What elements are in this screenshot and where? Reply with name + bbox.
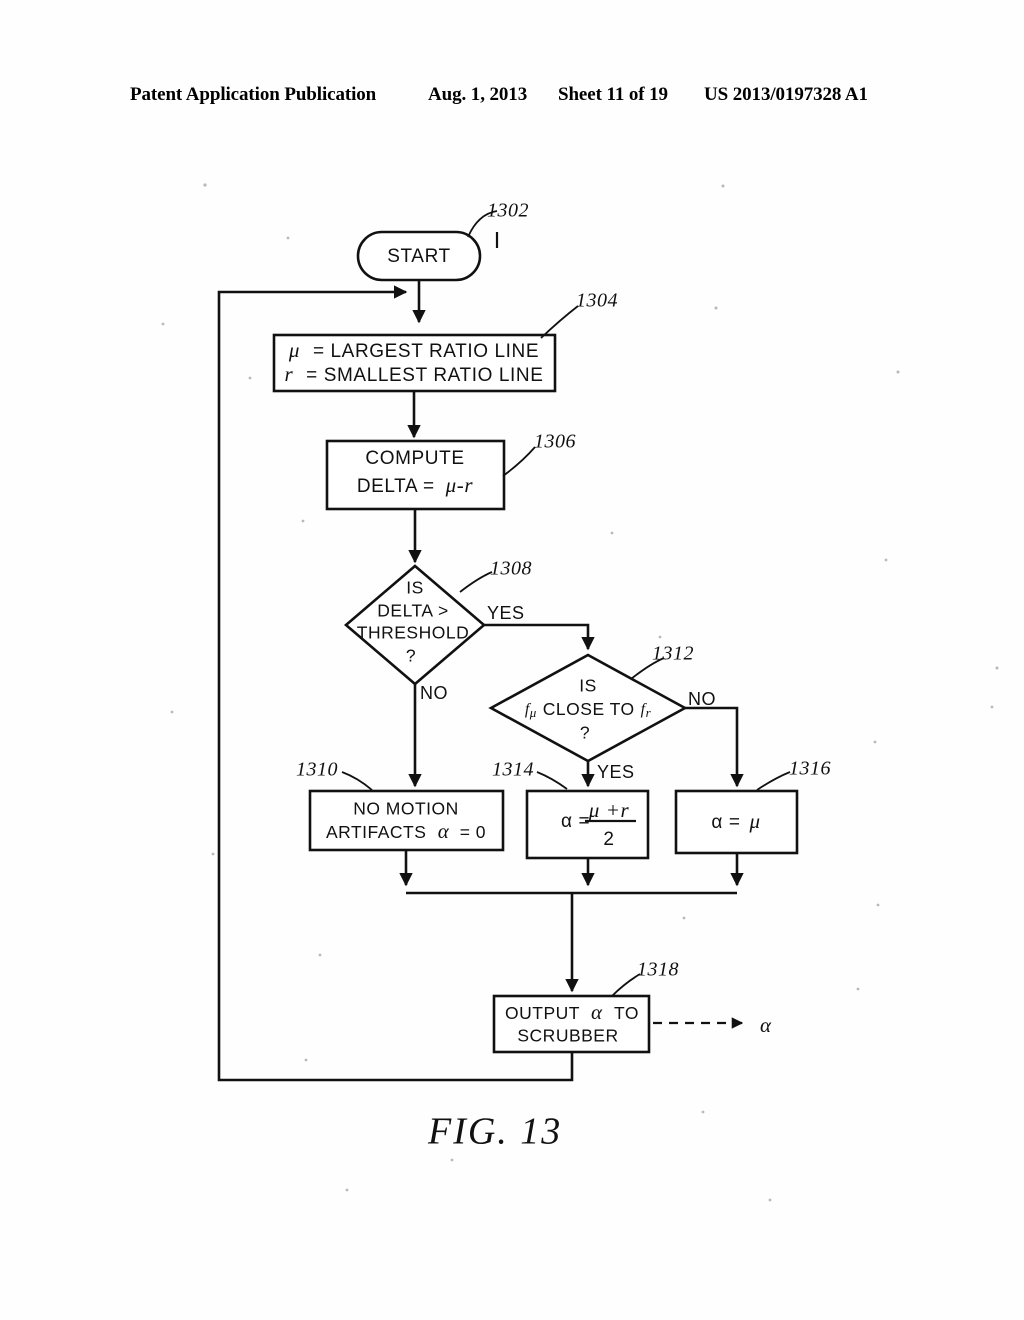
decision1-line-2: DELTA >: [377, 601, 448, 621]
ref-1310: 1310: [296, 759, 338, 781]
compute-delta-text: DELTA =: [357, 476, 435, 497]
node-define-variables: μ = LARGEST RATIO LINE r = SMALLEST RATI…: [272, 333, 557, 393]
average-numerator: μ +r: [588, 798, 630, 822]
ref-1304: 1304: [576, 290, 618, 312]
ref-1302: 1302: [487, 200, 529, 222]
leader-1308: [459, 571, 493, 593]
ref-1316: 1316: [789, 758, 831, 780]
mu-symbol-1: μ: [288, 338, 300, 362]
define-line-2-text: = SMALLEST RATIO LINE: [306, 365, 543, 386]
ref-1314: 1314: [492, 759, 534, 781]
no-motion-value: = 0: [460, 822, 486, 842]
no-motion-line-1: NO MOTION: [353, 799, 459, 819]
output-to-text: TO: [614, 1003, 639, 1023]
label-decision1-no: NO: [420, 683, 448, 703]
assign-mu-expression: α = μ: [711, 809, 760, 833]
connector-decision2-no: [685, 706, 744, 788]
f-r-subscript: r: [646, 705, 652, 720]
compute-line-1: COMPUTE: [365, 448, 464, 469]
decision2-mid-text: CLOSE TO: [543, 699, 635, 719]
output-text: OUTPUT: [505, 1003, 580, 1023]
start-label: START: [387, 246, 451, 267]
no-motion-artifacts-text: ARTIFACTS: [326, 822, 426, 842]
compute-line-2: DELTA = μ-r: [357, 473, 474, 497]
alpha-symbol-1310: α: [438, 819, 450, 843]
node-average-alpha: α = μ +r 2: [525, 789, 650, 860]
compute-expression: μ-r: [445, 473, 474, 497]
output-line-1: OUTPUT α TO: [505, 1000, 639, 1024]
alpha-symbol-1318: α: [591, 1000, 603, 1024]
leader-1304: [540, 305, 579, 339]
define-line-1-text: = LARGEST RATIO LINE: [313, 341, 539, 362]
leader-1316: [756, 771, 791, 791]
decision1-line-1: IS: [406, 578, 424, 598]
connector-decision1-yes: [484, 623, 595, 651]
output-line-2: SCRUBBER: [517, 1026, 618, 1046]
ref-1318: 1318: [637, 959, 679, 981]
no-motion-line-2: ARTIFACTS α = 0: [326, 819, 486, 843]
label-decision1-yes: YES: [487, 603, 525, 623]
assign-mu-lhs: α =: [711, 812, 740, 833]
node-decision-f-close: IS fμ CLOSE TO fr ?: [488, 653, 688, 763]
node-assign-alpha-mu: α = μ: [674, 789, 799, 855]
decision2-line-1: IS: [579, 676, 597, 696]
r-symbol-1: r: [284, 362, 293, 386]
leader-1314: [536, 771, 568, 790]
average-denominator: 2: [603, 829, 614, 850]
decision1-line-4: ?: [406, 646, 416, 666]
define-line-1: μ = LARGEST RATIO LINE: [288, 338, 539, 362]
leader-1318: [611, 973, 641, 997]
leader-1310: [341, 771, 373, 791]
decision2-line-3: ?: [580, 723, 590, 743]
connector-feedback-loop: [217, 285, 574, 1082]
node-decision-delta-threshold: IS DELTA > THRESHOLD ?: [343, 564, 487, 686]
ref-1306: 1306: [534, 431, 576, 453]
leader-1306: [502, 446, 536, 477]
node-start: START: [356, 230, 482, 282]
patent-page: Patent Application Publication Aug. 1, 2…: [0, 0, 1024, 1320]
decision2-line-2: fμ CLOSE TO fr: [525, 699, 652, 720]
ref-1308: 1308: [490, 558, 532, 580]
ref-1312: 1312: [652, 643, 694, 665]
label-decision2-no: NO: [688, 689, 716, 709]
alpha-output-symbol: α: [760, 1013, 772, 1037]
figure-caption: FIG. 13: [427, 1111, 562, 1153]
decision1-line-3: THRESHOLD: [357, 623, 469, 643]
node-output-to-scrubber: OUTPUT α TO SCRUBBER: [492, 994, 651, 1054]
node-no-motion-artifacts: NO MOTION ARTIFACTS α = 0: [308, 789, 505, 852]
f-mu-subscript: μ: [529, 705, 537, 720]
label-decision2-yes: YES: [597, 762, 635, 782]
node-compute-delta: COMPUTE DELTA = μ-r: [325, 439, 506, 511]
assign-mu-rhs: μ: [748, 809, 760, 833]
flowchart-figure-13: START 1302 μ = LARGEST RATIO LINE r = SM…: [161, 183, 999, 1202]
define-line-2: r = SMALLEST RATIO LINE: [284, 362, 543, 386]
